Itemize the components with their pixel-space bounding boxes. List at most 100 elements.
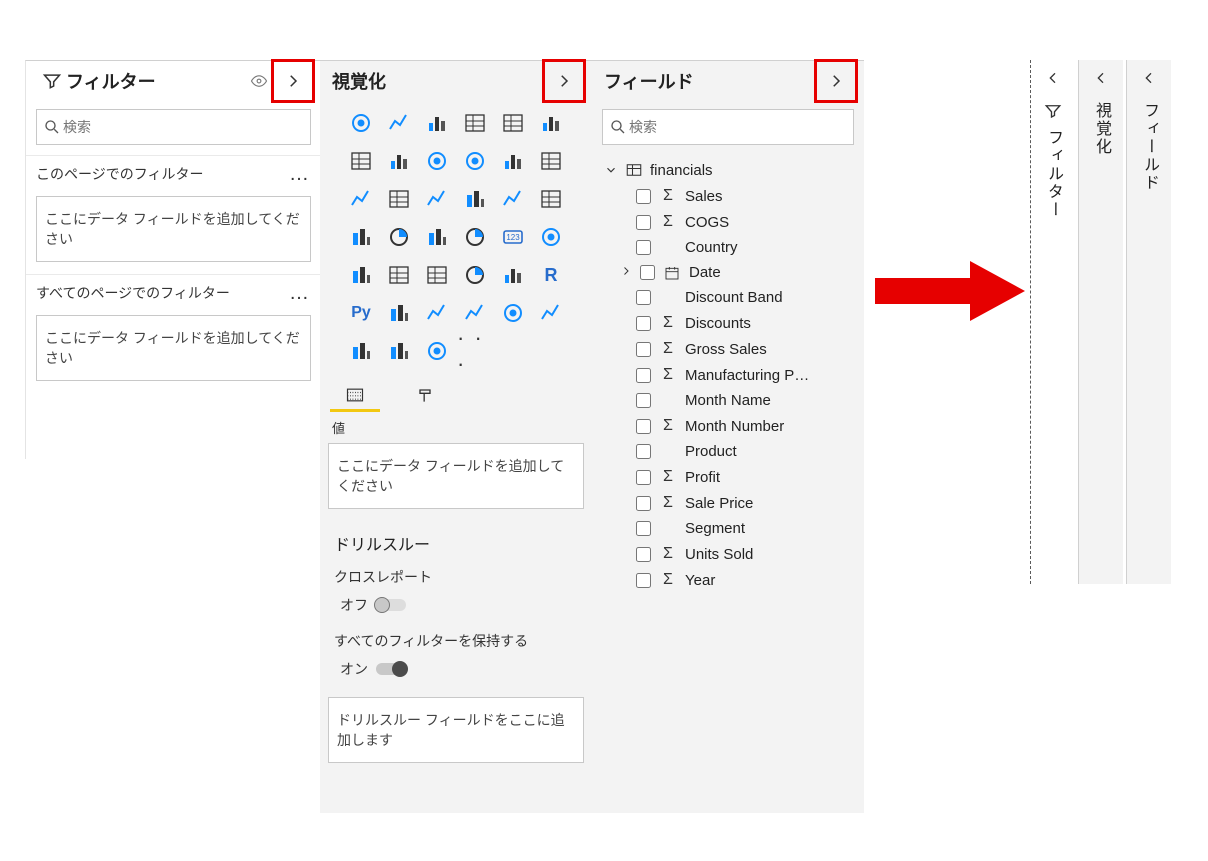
- field-checkbox[interactable]: [636, 573, 651, 588]
- field-checkbox[interactable]: [636, 419, 651, 434]
- viz-decomposition-tree[interactable]: [419, 295, 455, 331]
- field-row[interactable]: Year: [592, 567, 864, 593]
- field-checkbox[interactable]: [640, 265, 655, 280]
- viz-donut[interactable]: [495, 181, 531, 217]
- field-checkbox[interactable]: [636, 393, 651, 408]
- viz-shape-map[interactable]: [419, 219, 455, 255]
- field-row[interactable]: COGS: [592, 209, 864, 235]
- filters-search-input[interactable]: [61, 118, 304, 136]
- more-icon[interactable]: …: [289, 169, 311, 179]
- viz-r-script[interactable]: R: [533, 257, 569, 293]
- fields-well-tab[interactable]: [330, 385, 380, 412]
- expand-fields-button[interactable]: [1127, 60, 1171, 96]
- field-row[interactable]: Date: [592, 260, 864, 285]
- field-name: COGS: [685, 214, 729, 231]
- collapse-viz-button[interactable]: [544, 61, 584, 101]
- viz-kpi[interactable]: [343, 257, 379, 293]
- cross-report-toggle[interactable]: [376, 599, 406, 611]
- viz-stacked-column[interactable]: [381, 105, 417, 141]
- viz-power-automate[interactable]: [381, 333, 417, 369]
- more-icon[interactable]: …: [289, 288, 311, 298]
- viz-map[interactable]: [343, 219, 379, 255]
- viz-ribbon[interactable]: [533, 143, 569, 179]
- field-checkbox[interactable]: [636, 368, 651, 383]
- field-row[interactable]: Product: [592, 439, 864, 464]
- viz-gauge-arcgis[interactable]: [457, 219, 493, 255]
- all-pages-filters-dropzone[interactable]: ここにデータ フィールドを追加してください: [36, 315, 311, 381]
- field-row[interactable]: Manufacturing P…: [592, 362, 864, 388]
- field-row[interactable]: Month Number: [592, 413, 864, 439]
- field-checkbox[interactable]: [636, 189, 651, 204]
- viz-table[interactable]: [419, 257, 455, 293]
- collapsed-viz-pane[interactable]: 視覚化: [1078, 60, 1123, 584]
- field-row[interactable]: Gross Sales: [592, 336, 864, 362]
- field-checkbox[interactable]: [636, 521, 651, 536]
- field-row[interactable]: Country: [592, 235, 864, 260]
- field-row[interactable]: Month Name: [592, 388, 864, 413]
- field-row[interactable]: Segment: [592, 516, 864, 541]
- viz-hundred-column[interactable]: [533, 105, 569, 141]
- fields-search-input[interactable]: [627, 118, 847, 136]
- field-checkbox[interactable]: [636, 342, 651, 357]
- viz-paginated[interactable]: [495, 295, 531, 331]
- field-row[interactable]: Discount Band: [592, 285, 864, 310]
- viz-area[interactable]: [381, 143, 417, 179]
- field-row[interactable]: Sales: [592, 183, 864, 209]
- field-checkbox[interactable]: [636, 470, 651, 485]
- table-row-financials[interactable]: financials: [592, 157, 864, 183]
- viz-power-apps[interactable]: [343, 333, 379, 369]
- field-checkbox[interactable]: [636, 316, 651, 331]
- chevron-right-icon[interactable]: [620, 264, 632, 281]
- format-well-tab[interactable]: [400, 385, 450, 412]
- drillthrough-dropzone[interactable]: ドリルスルー フィールドをここに追加します: [328, 697, 584, 763]
- viz-multi-row-card[interactable]: [533, 219, 569, 255]
- viz-line-clustered-column[interactable]: [495, 143, 531, 179]
- viz-pie[interactable]: [457, 181, 493, 217]
- viz-matrix[interactable]: [457, 257, 493, 293]
- collapsed-fields-pane[interactable]: フィールド: [1126, 60, 1171, 584]
- values-dropzone[interactable]: ここにデータ フィールドを追加してください: [328, 443, 584, 509]
- viz-line-stacked-column[interactable]: [457, 143, 493, 179]
- viz-line[interactable]: [343, 143, 379, 179]
- viz-python[interactable]: Py: [343, 295, 379, 331]
- viz-key-influencers[interactable]: [381, 295, 417, 331]
- viz-scatter[interactable]: [419, 181, 455, 217]
- field-checkbox[interactable]: [636, 240, 651, 255]
- filters-search[interactable]: [36, 109, 311, 145]
- field-checkbox[interactable]: [636, 290, 651, 305]
- viz-filled-map[interactable]: [381, 219, 417, 255]
- viz-stacked-area[interactable]: [419, 143, 455, 179]
- viz-card[interactable]: 123: [495, 219, 531, 255]
- viz-slicer[interactable]: [381, 257, 417, 293]
- viz-clustered-column[interactable]: [457, 105, 493, 141]
- field-row[interactable]: Profit: [592, 464, 864, 490]
- viz-treemap[interactable]: [533, 181, 569, 217]
- expand-filters-button[interactable]: [1031, 60, 1075, 96]
- keep-all-toggle[interactable]: [376, 663, 406, 675]
- field-checkbox[interactable]: [636, 444, 651, 459]
- field-row[interactable]: Discounts: [592, 310, 864, 336]
- fields-search[interactable]: [602, 109, 854, 145]
- viz-narrative[interactable]: [533, 295, 569, 331]
- viz-r-visual[interactable]: [495, 257, 531, 293]
- viz-clustered-bar[interactable]: [419, 105, 455, 141]
- viz-funnel[interactable]: [381, 181, 417, 217]
- viz-hundred-bar[interactable]: [495, 105, 531, 141]
- field-checkbox[interactable]: [636, 215, 651, 230]
- sigma-icon: [659, 340, 677, 358]
- page-filters-dropzone[interactable]: ここにデータ フィールドを追加してください: [36, 196, 311, 262]
- collapse-fields-button[interactable]: [816, 61, 856, 101]
- viz-waterfall[interactable]: [343, 181, 379, 217]
- viz-more-visuals[interactable]: · · ·: [457, 333, 493, 369]
- field-row[interactable]: Units Sold: [592, 541, 864, 567]
- field-row[interactable]: Sale Price: [592, 490, 864, 516]
- collapsed-filters-pane[interactable]: フィルター: [1030, 60, 1075, 584]
- expand-viz-button[interactable]: [1079, 60, 1123, 96]
- viz-paginated-report-visual[interactable]: [419, 333, 455, 369]
- field-checkbox[interactable]: [636, 496, 651, 511]
- field-checkbox[interactable]: [636, 547, 651, 562]
- filter-icon: [38, 67, 66, 95]
- eye-icon[interactable]: [245, 67, 273, 95]
- viz-stacked-bar[interactable]: [343, 105, 379, 141]
- collapse-filters-button[interactable]: [273, 61, 313, 101]
